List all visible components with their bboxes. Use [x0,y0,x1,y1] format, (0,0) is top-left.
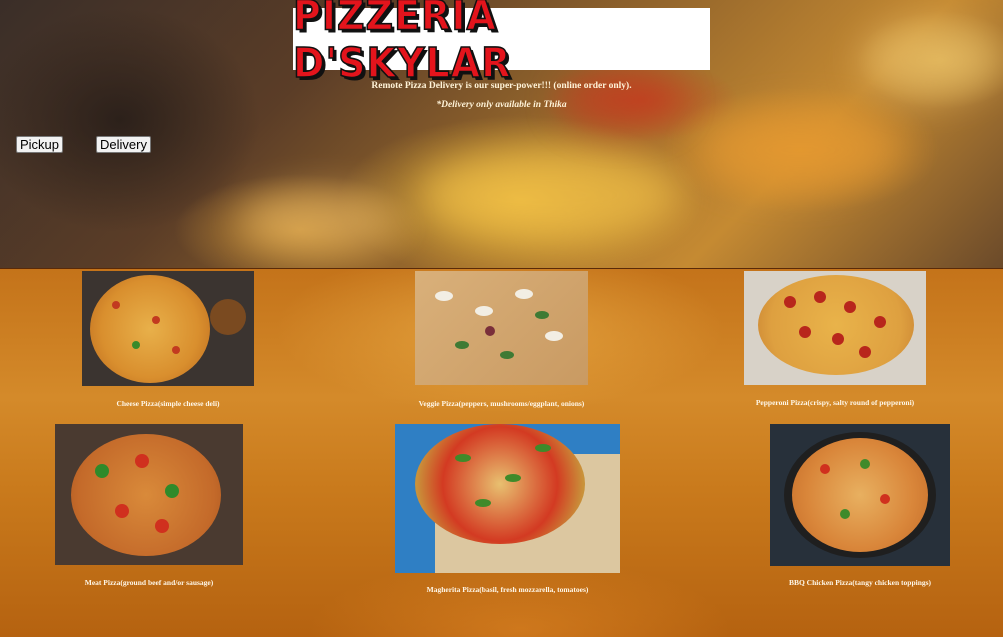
pickup-button[interactable]: Pickup [16,136,64,153]
menu-item-caption: Meat Pizza(ground beef and/or sausage) [84,578,214,587]
delivery-note: *Delivery only available in Thika [436,100,567,110]
delivery-button[interactable]: Delivery [96,136,151,153]
hero-banner: PIZZERIA D'SKYLAR Remote Pizza Delivery … [0,0,1003,268]
logo: PIZZERIA D'SKYLAR [292,0,710,87]
menu-item-caption: Cheese Pizza(simple cheese deli) [116,399,220,408]
meat-pizza-image [55,424,243,565]
bbq-chicken-pizza-image [770,424,950,566]
menu-item-caption: BBQ Chicken Pizza(tangy chicken toppings… [788,578,932,587]
tagline: Remote Pizza Delivery is our super-power… [371,81,632,91]
menu-item-caption: Pepperoni Pizza(crispy, salty round of p… [755,398,915,407]
pepperoni-pizza-image [744,271,926,385]
menu-item-caption: Magherita Pizza(basil, fresh mozzarella,… [426,585,589,594]
veggie-pizza-image [415,271,588,385]
logo-text: PIZZERIA D'SKYLAR [292,0,512,87]
menu-section: Cheese Pizza(simple cheese deli) Veggie … [0,268,1003,637]
menu-item-caption: Veggie Pizza(peppers, mushrooms/eggplant… [418,399,585,408]
cheese-pizza-image [82,271,254,386]
magherita-pizza-image [395,424,620,573]
